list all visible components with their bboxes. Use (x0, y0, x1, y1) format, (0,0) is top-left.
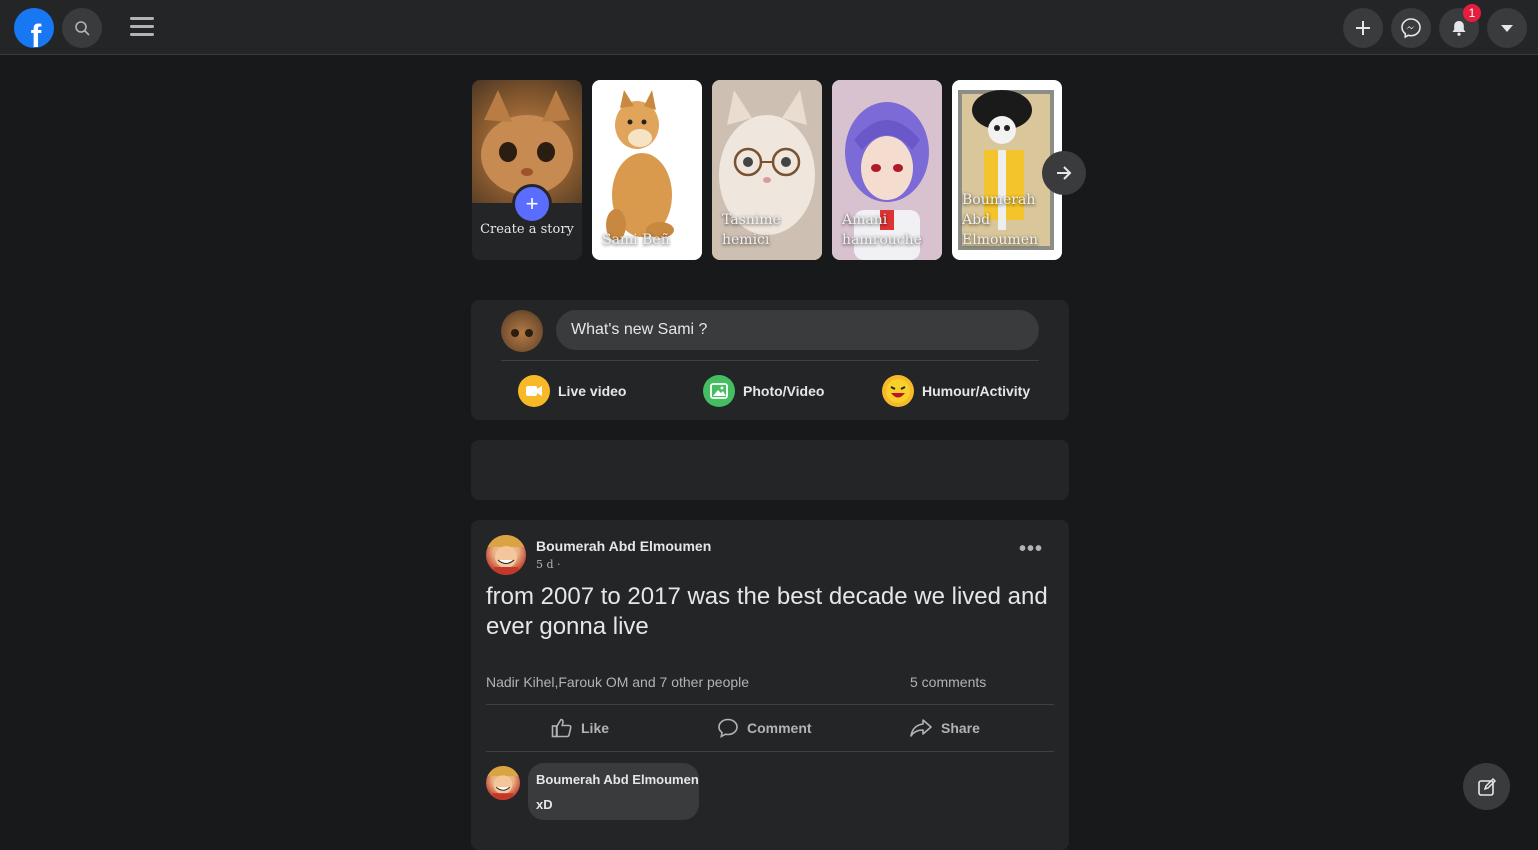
video-camera-icon (518, 375, 550, 407)
story-card[interactable]: Tasnime hemici (712, 80, 822, 260)
post-composer: What's new Sami ? Live video Photo/Video… (471, 300, 1069, 420)
story-name: Sami Beñ (602, 232, 670, 248)
reactions-summary[interactable]: Nadir Kihel,Farouk OM and 7 other people (486, 674, 749, 690)
laughing-emoji-icon (882, 375, 914, 407)
humour-activity-button[interactable]: Humour/Activity (882, 375, 1030, 407)
whats-new-input[interactable]: What's new Sami ? (556, 310, 1039, 350)
plus-icon (1356, 21, 1370, 35)
avatar[interactable] (501, 310, 543, 352)
photo-icon (703, 375, 735, 407)
commenter-avatar[interactable] (486, 766, 520, 800)
comment-button[interactable]: Comment (717, 716, 812, 740)
like-icon (551, 718, 572, 738)
caret-down-icon (1501, 25, 1513, 32)
post-author[interactable]: Boumerah Abd Elmoumen (536, 538, 711, 554)
messenger-button[interactable] (1391, 8, 1431, 48)
notification-badge: 1 (1463, 4, 1481, 22)
comments-count[interactable]: 5 comments (910, 674, 986, 690)
story-card[interactable]: Sami Beñ (592, 80, 702, 260)
share-icon (910, 719, 932, 737)
notifications-button[interactable]: 1 (1439, 4, 1481, 48)
create-story-card[interactable]: + Create a story (472, 80, 582, 260)
stories-next-button[interactable] (1042, 151, 1086, 195)
share-button[interactable]: Share (909, 716, 980, 740)
search-icon (75, 21, 90, 36)
create-story-label: Create a story (480, 222, 574, 237)
empty-card (471, 440, 1069, 500)
story-name: Boumerah Abd Elmoumen (962, 192, 1038, 248)
live-video-label: Live video (558, 383, 627, 399)
photo-video-button[interactable]: Photo/Video (703, 375, 824, 407)
share-label: Share (941, 720, 980, 736)
comment-icon (718, 718, 738, 738)
story-name: Tasnime hemici (722, 212, 781, 248)
top-bar: f 1 (0, 0, 1538, 55)
comment-text: xD (536, 797, 553, 812)
author-avatar[interactable] (486, 535, 526, 575)
photo-video-label: Photo/Video (743, 383, 825, 399)
create-button[interactable] (1343, 8, 1383, 48)
more-options-icon[interactable]: ••• (1019, 538, 1043, 561)
post-text: from 2007 to 2017 was the best decade we… (486, 583, 1048, 640)
account-menu-button[interactable] (1487, 8, 1527, 48)
menu-icon[interactable] (128, 14, 156, 40)
bell-icon (1452, 21, 1466, 36)
divider (486, 704, 1054, 705)
facebook-logo[interactable]: f (14, 8, 54, 48)
live-video-button[interactable]: Live video (518, 375, 626, 407)
add-story-button[interactable]: + (512, 184, 552, 224)
humour-activity-label: Humour/Activity (922, 383, 1031, 399)
search-button[interactable] (62, 8, 102, 48)
post-time[interactable]: 5 d · (536, 558, 561, 571)
compose-icon (1477, 777, 1496, 796)
arrow-right-icon (1057, 166, 1072, 180)
like-label: Like (581, 720, 610, 736)
new-message-button[interactable] (1463, 763, 1510, 810)
story-name: Amani hamrouche (842, 212, 922, 248)
like-button[interactable]: Like (551, 716, 609, 740)
comment-bubble: Boumerah Abd Elmoumen xD (528, 763, 699, 820)
divider (501, 360, 1039, 361)
divider (486, 751, 1054, 752)
post-card: Boumerah Abd Elmoumen 5 d · ••• from 200… (471, 520, 1069, 850)
story-card[interactable]: Amani hamrouche (832, 80, 942, 260)
messenger-icon (1401, 18, 1421, 39)
comment-label: Comment (747, 720, 812, 736)
comment-author[interactable]: Boumerah Abd Elmoumen (536, 772, 699, 787)
